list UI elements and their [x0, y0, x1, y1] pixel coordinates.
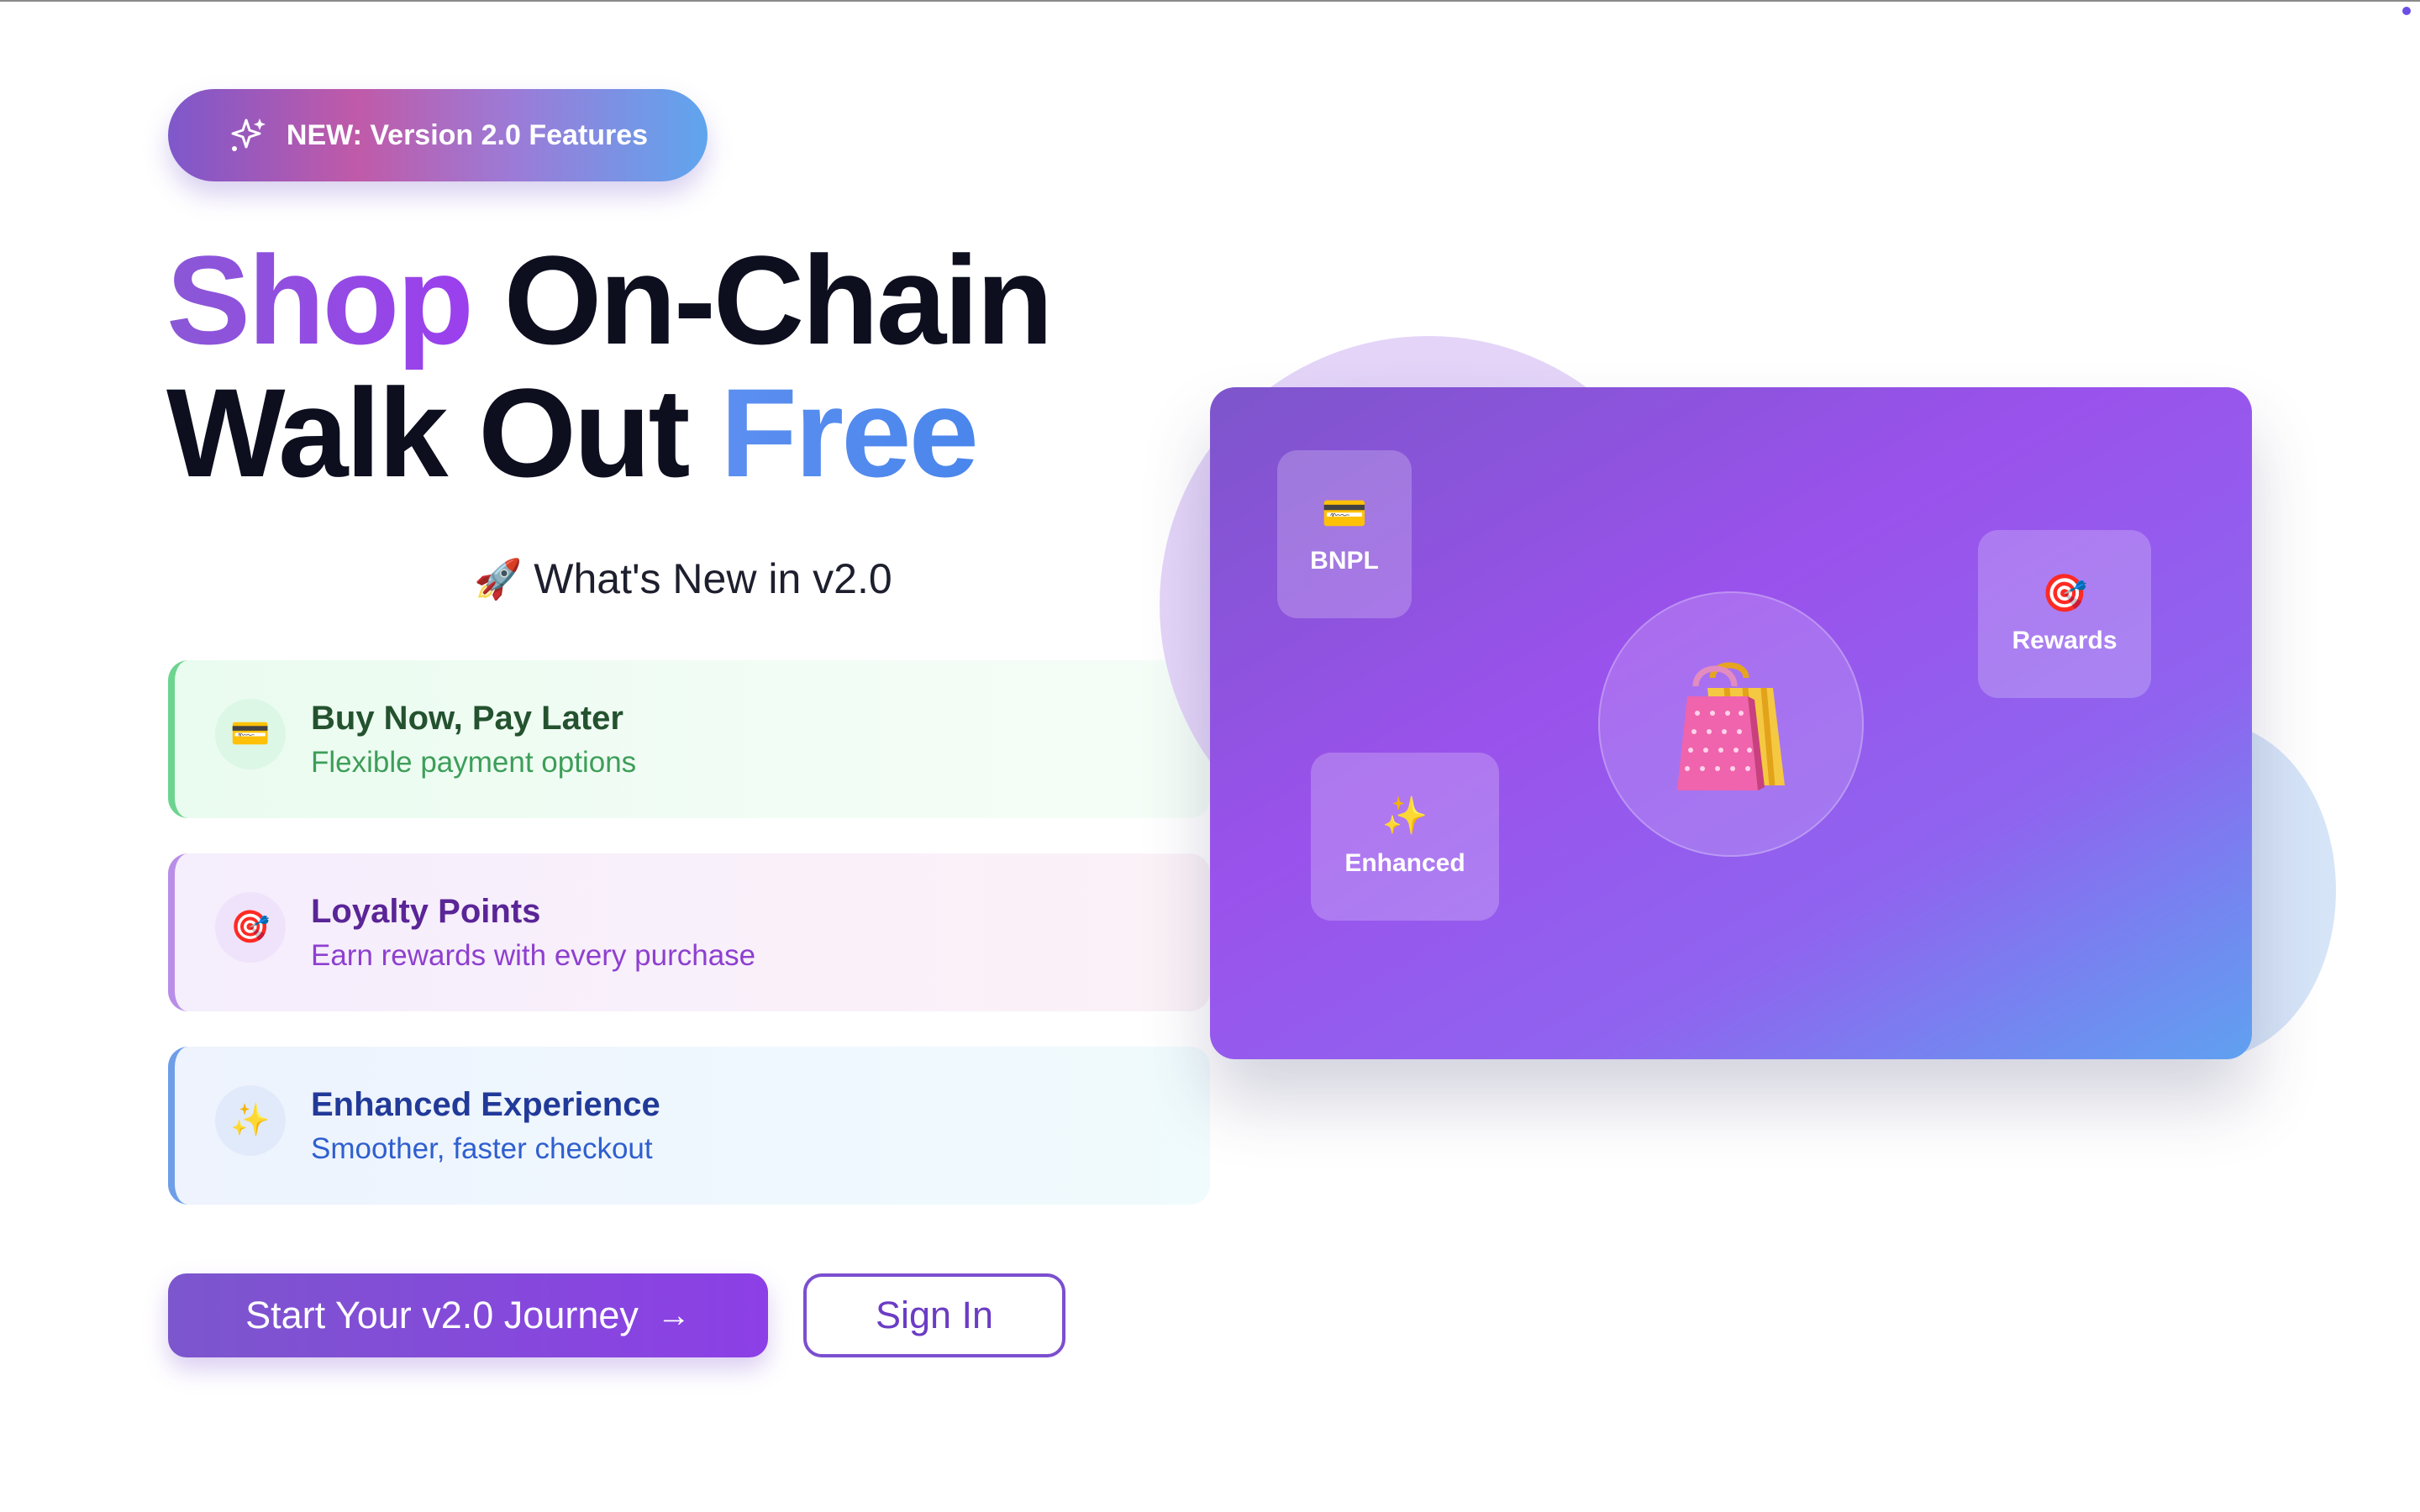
target-icon: 🎯 [2041, 573, 2088, 614]
sign-in-label: Sign In [875, 1294, 994, 1336]
feature-title: Buy Now, Pay Later [311, 700, 623, 737]
target-icon: 🎯 [215, 892, 286, 963]
version-badge[interactable]: NEW: Version 2.0 Features [168, 89, 708, 181]
chip-label: Enhanced [1344, 849, 1465, 877]
center-circle [1598, 591, 1864, 857]
headline-accent-shop: Shop [166, 229, 474, 370]
chip-label: Rewards [2012, 627, 2118, 654]
chip-bnpl: 💳 BNPL [1277, 450, 1412, 618]
chip-rewards: 🎯 Rewards [1978, 530, 2151, 698]
feature-subtitle: Flexible payment options [311, 746, 637, 779]
headline-on-chain: On-Chain [471, 229, 1054, 370]
whats-new-label: What's New in v2.0 [534, 555, 892, 602]
whats-new-heading: 🚀 What's New in v2.0 [474, 554, 911, 603]
feature-subtitle: Earn rewards with every purchase [311, 939, 756, 972]
status-dot [2402, 7, 2411, 15]
feature-title: Enhanced Experience [311, 1086, 660, 1123]
version-badge-label: NEW: Version 2.0 Features [286, 118, 649, 151]
sparkles-icon [231, 118, 266, 151]
headline-accent-free: Free [720, 362, 979, 503]
hero-illustration-card: 💳 BNPL 🎯 Rewards ✨ Enhanced [1210, 387, 2252, 1059]
page-title: Shop On-Chain Walk Out Free [166, 234, 1054, 499]
feature-card-enhanced[interactable]: ✨ Enhanced Experience Smoother, faster c… [168, 1047, 1210, 1205]
headline-line-1: Shop On-Chain [166, 234, 1054, 366]
credit-card-icon: 💳 [1321, 493, 1368, 534]
shopping-bags-icon [1677, 662, 1785, 790]
window-top-border [0, 0, 2420, 2]
chip-label: BNPL [1310, 547, 1379, 575]
sparkles-icon: ✨ [1381, 795, 1428, 837]
headline-walk-out: Walk Out [166, 362, 721, 503]
chip-enhanced: ✨ Enhanced [1311, 753, 1499, 921]
headline-line-2: Walk Out Free [166, 366, 1051, 499]
feature-title: Loyalty Points [311, 893, 541, 930]
arrow-right-icon: → [656, 1296, 691, 1334]
feature-card-bnpl[interactable]: 💳 Buy Now, Pay Later Flexible payment op… [168, 660, 1210, 818]
feature-card-loyalty[interactable]: 🎯 Loyalty Points Earn rewards with every… [168, 853, 1210, 1011]
credit-card-icon: 💳 [215, 699, 286, 769]
feature-subtitle: Smoother, faster checkout [311, 1132, 653, 1165]
rocket-icon: 🚀 [474, 556, 523, 601]
start-journey-button[interactable]: Start Your v2.0 Journey → [168, 1273, 768, 1357]
start-journey-label: Start Your v2.0 Journey [245, 1294, 639, 1336]
sign-in-button[interactable]: Sign In [803, 1273, 1065, 1357]
sparkles-icon: ✨ [215, 1085, 286, 1156]
